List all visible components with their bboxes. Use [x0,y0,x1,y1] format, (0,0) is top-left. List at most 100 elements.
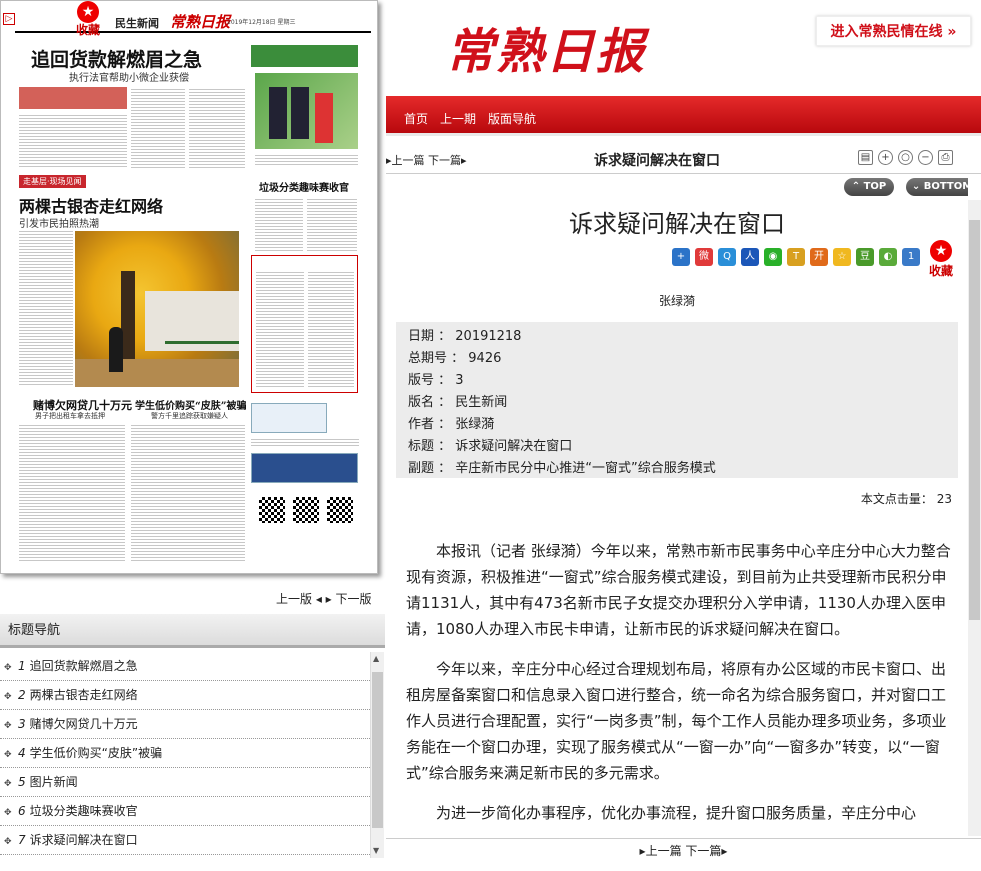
text-block [131,87,185,169]
prev-article-link[interactable]: 上一篇 [392,154,425,167]
paper-logo: 常熟日报 [170,13,231,31]
nav-item-5[interactable]: ✥ 5 图片新闻 [0,768,370,797]
tieba-icon[interactable]: T [787,248,805,266]
menu-prev-issue[interactable]: 上一期 [440,110,476,127]
favorite-button[interactable]: ★ 收藏 [926,240,956,279]
share-plus-icon[interactable]: + [672,248,690,266]
menu-home[interactable]: 首页 [404,110,428,127]
paragraph: 本报讯（记者 张绿漪）今年以来，常熟市新市民事务中心辛庄分中心大力整合现有资源，… [406,542,951,638]
qr-code-icon [259,497,285,523]
tree-headline[interactable]: 两棵古银杏走红网络 [19,193,163,217]
paragraph: 今年以来，辛庄分中心经过合理规划布局，将原有办公区域的市民卡窗口、出租房屋备案窗… [406,660,947,782]
bullet-icon: ✥ [4,750,12,760]
meta-row: 标题 ： 诉求疑问解决在窗口 [408,439,573,454]
zoom-in-icon[interactable]: + [878,150,893,165]
zoom-out-icon[interactable]: − [918,150,933,165]
text-block [19,229,73,387]
qr-code-icon [327,497,353,523]
down-arrow-icon: ⌄ [911,181,921,192]
article-content: ⌃ TOP ⌄ BOTTOM 诉求疑问解决在窗口 + 微 Q 人 ◉ T 开 ☆… [386,176,968,836]
bullet-icon: ✥ [4,721,12,731]
scroll-up-icon[interactable]: ▲ [373,654,379,663]
skin-subhead: 警方千里追踪获取嫌疑人 [151,412,228,420]
paper-date: 2019年12月18日 星期三 [227,19,296,26]
next-article-link[interactable]: 下一篇 [428,154,461,167]
text-block [19,113,127,169]
text-block [19,423,125,563]
kaixin-icon[interactable]: 开 [810,248,828,266]
paragraph: 为进一步简化办事程序，优化办事流程，提升窗口服务质量，辛庄分中心 [436,804,917,822]
meta-row: 版号 ： 3 [408,373,464,388]
douban-icon[interactable]: 豆 [856,248,874,266]
favorite-star-icon[interactable]: ☆ [833,248,851,266]
pager-arrows-icon: ◂ ▸ [315,592,336,606]
text-block [255,153,358,167]
play-icon: ▸ [721,844,728,858]
green-banner [251,45,358,67]
menu-bar: 首页 上一期 版面导航 [386,96,981,136]
wechat-icon[interactable]: ◉ [764,248,782,266]
enter-minqing-link[interactable]: 进入常熟民情在线 » [816,16,971,46]
gamble-subhead: 男子把出租车拿去抵押 [35,412,105,420]
favorite-label: 收藏 [75,23,100,37]
text-block [255,197,303,251]
bottom-article-pager: ▸上一篇 下一篇▸ [386,838,981,868]
meta-row: 作者 ： 张绿漪 [408,417,495,432]
next-article-link-bottom[interactable]: 下一篇 [685,844,721,858]
bullet-icon: ✥ [4,663,12,673]
nav-item-3[interactable]: ✥ 3 赌博欠网贷几十万元 [0,710,370,739]
ad-block[interactable] [251,403,327,433]
favorite-button-corner[interactable]: ★ 收藏 [73,1,103,37]
nav-item-2[interactable]: ✥ 2 两棵古银杏走红网络 [0,681,370,710]
clipboard-icon[interactable]: ▤ [858,150,873,165]
title-navigation-list: ✥ 1 追回货款解燃眉之急 ✥ 2 两棵古银杏走红网络 ✥ 3 赌博欠网贷几十万元 ✥ 4 学生… [0,652,370,855]
newspaper-page-image[interactable]: ▷ ★ 收藏 民生新闻 常熟日报 2019年12月18日 星期三 追回货款解燃眉… [0,0,378,574]
side-headline[interactable]: 垃圾分类趣味赛收官 [259,179,349,194]
skin-headline[interactable]: 学生低价购买“皮肤”被骗 [135,397,247,412]
prev-article-link-bottom[interactable]: 上一篇 [646,844,682,858]
renren-icon[interactable]: 人 [741,248,759,266]
text-block [307,197,357,251]
qzone-icon[interactable]: Q [718,248,736,266]
nav-scrollbar[interactable]: ▲ ▼ [370,652,384,858]
red-section-banner: 走基层·现场见闻 [19,175,86,188]
star-icon: ★ [77,1,99,23]
nav-item-6[interactable]: ✥ 6 垃圾分类趣味赛收官 [0,797,370,826]
text-block [189,87,245,169]
nav-item-7[interactable]: ✥ 7 诉求疑问解决在窗口 [0,826,370,855]
print-icon[interactable]: ⎙ [938,150,953,165]
masthead: 常熟日报 进入常熟民情在线 » [386,0,981,96]
lead-headline[interactable]: 追回货款解燃眉之急 [31,45,202,72]
bullet-icon: ✥ [4,692,12,702]
top-button[interactable]: ⌃ TOP [844,178,894,196]
prev-page-link[interactable]: 上一版 [276,592,312,606]
bottom-button[interactable]: ⌄ BOTTOM [906,178,968,196]
tree-subhead: 引发市民拍照热潮 [19,219,99,230]
brand-logo[interactable]: 常熟日报 [446,12,646,82]
corner-arrow-icon[interactable]: ▷ [3,13,15,25]
left-panel: ▷ ★ 收藏 民生新闻 常熟日报 2019年12月18日 星期三 追回货款解燃眉… [0,0,386,871]
weibo-icon[interactable]: 微 [695,248,713,266]
nav-item-4[interactable]: ✥ 4 学生低价购买“皮肤”被骗 [0,739,370,768]
meta-row: 版名 ： 民生新闻 [408,395,508,410]
article-toolbar: ▸上一篇 下一篇▸ 诉求疑问解决在窗口 ▤ + ○ − ⎙ [386,146,981,174]
article-title: 诉求疑问解决在窗口 [569,210,785,238]
favorite-label: 收藏 [928,264,953,278]
article-body: 本报讯（记者 张绿漪）今年以来，常熟市新市民事务中心辛庄分中心大力整合现有资源，… [406,538,951,836]
ad-block[interactable] [251,453,358,483]
article-scrollbar[interactable] [968,200,981,836]
menu-page-nav[interactable]: 版面导航 [488,110,536,127]
right-panel: 常熟日报 进入常熟民情在线 » 首页 上一期 版面导航 ▸上一篇 下一篇▸ 诉求… [386,0,981,871]
qr-code-icon [293,497,319,523]
kiosk-photo[interactable] [255,73,358,149]
next-page-link[interactable]: 下一版 [336,592,372,606]
scroll-thumb[interactable] [969,220,980,620]
scroll-thumb[interactable] [372,672,383,828]
scroll-down-icon[interactable]: ▼ [373,846,379,855]
selected-article-box[interactable] [251,255,358,393]
nav-item-1[interactable]: ✥ 1 追回货款解燃眉之急 [0,652,370,681]
ginkgo-photo[interactable] [75,231,239,387]
counter-icon[interactable]: 1 [902,248,920,266]
pengyou-icon[interactable]: ◐ [879,248,897,266]
zoom-reset-icon[interactable]: ○ [898,150,913,165]
